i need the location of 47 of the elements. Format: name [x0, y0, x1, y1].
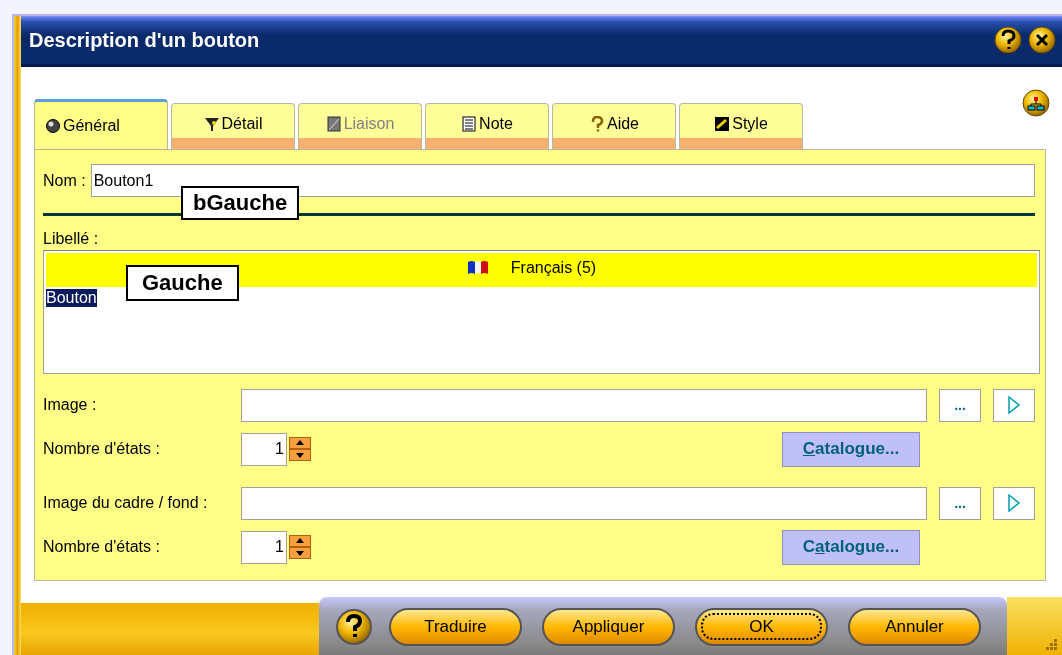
tab-icon: [203, 115, 220, 132]
preview-button[interactable]: [993, 388, 1035, 422]
tab[interactable]: Style: [679, 103, 803, 149]
states-label: Nombre d'états :: [43, 538, 161, 556]
states-field[interactable]: 1: [241, 530, 287, 564]
preview-button[interactable]: [993, 486, 1035, 520]
catalogue-button[interactable]: Catalogue...: [782, 431, 920, 467]
states-field[interactable]: 1: [241, 432, 287, 466]
name-label: Nom :: [43, 171, 86, 190]
catalogue-button[interactable]: Catalogue...: [782, 529, 920, 565]
tab-icon: [589, 115, 605, 132]
resize-grip-icon[interactable]: [1046, 639, 1058, 651]
image-label: Image du cadre / fond :: [43, 494, 209, 512]
callout-label: bGauche: [181, 186, 300, 220]
help-icon[interactable]: [994, 26, 1022, 54]
play-icon: [1008, 494, 1020, 512]
flag-icon: [466, 259, 489, 275]
play-icon: [1008, 396, 1020, 414]
tab-icon: [714, 115, 731, 132]
dialog-button[interactable]: Traduire: [389, 608, 522, 646]
help-icon[interactable]: [335, 608, 373, 646]
image-path-field[interactable]: [241, 388, 927, 422]
caption-label: Libellé :: [43, 230, 100, 248]
language-label: Français (5): [510, 259, 597, 277]
browse-button[interactable]: ...: [939, 388, 981, 422]
caption-box[interactable]: Français (5) Bouton Gauche: [43, 250, 1040, 374]
states-label: Nombre d'états :: [43, 440, 161, 458]
tab[interactable]: Aide: [552, 103, 676, 149]
browse-button[interactable]: ...: [939, 486, 981, 520]
tab[interactable]: Général: [34, 99, 168, 149]
tab-icon: [45, 117, 61, 134]
caption-text: Bouton: [46, 289, 97, 307]
spinner-arrows[interactable]: [289, 437, 311, 461]
tab[interactable]: Détail: [171, 103, 295, 149]
image-label: Image :: [43, 396, 98, 414]
spinner-arrows[interactable]: [289, 535, 311, 559]
tab-icon: [461, 115, 478, 132]
dialog-button[interactable]: Appliquer: [542, 608, 675, 646]
callout-label: Gauche: [126, 265, 239, 301]
image-path-field[interactable]: [241, 486, 927, 520]
close-icon[interactable]: [1028, 26, 1056, 54]
tab[interactable]: Note: [425, 103, 549, 149]
dialog-button[interactable]: Annuler: [848, 608, 981, 646]
hierarchy-icon[interactable]: [1022, 89, 1050, 117]
dialog-button[interactable]: OK: [695, 608, 828, 646]
tab-icon: [325, 115, 342, 132]
window-title: Description d'un bouton: [29, 28, 260, 52]
